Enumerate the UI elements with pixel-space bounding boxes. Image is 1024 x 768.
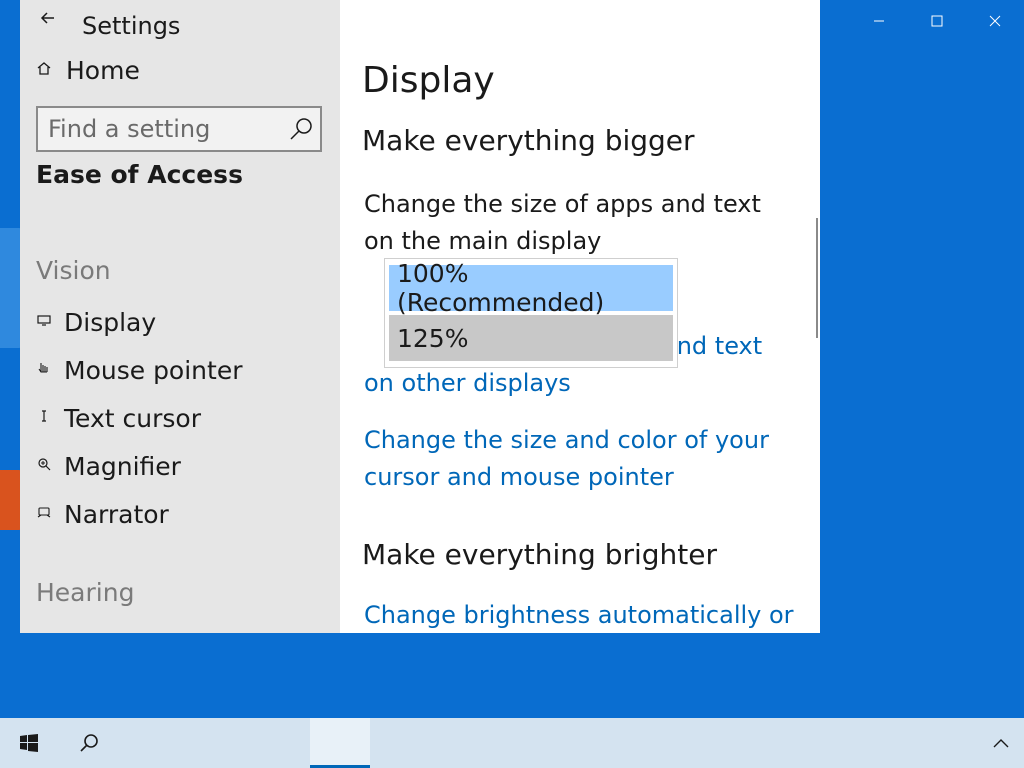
link-brightness[interactable]: Change brightness automatically or <box>364 597 794 633</box>
window-caption-buttons <box>850 0 1024 42</box>
nav-section-title: Ease of Access <box>36 160 243 189</box>
nav-item-label: Narrator <box>64 499 169 529</box>
magnifier-icon <box>34 456 54 476</box>
scrollbar[interactable] <box>816 218 818 338</box>
text-cursor-icon <box>34 408 54 428</box>
mouse-pointer-icon <box>34 360 54 380</box>
start-button[interactable] <box>0 718 58 768</box>
nav-item-label: Text cursor <box>64 403 201 433</box>
nav-item-narrator[interactable]: Narrator <box>34 494 334 534</box>
back-arrow-icon[interactable] <box>38 8 62 32</box>
nav-item-text-cursor[interactable]: Text cursor <box>34 398 334 438</box>
scale-description: Change the size of apps and text on the … <box>364 190 761 255</box>
scale-option-100[interactable]: 100% (Recommended) <box>389 259 673 317</box>
nav-home[interactable]: Home <box>36 52 140 88</box>
desktop-icon-edge[interactable] <box>0 470 22 530</box>
scale-option-125[interactable]: 125% <box>389 315 673 361</box>
search-icon[interactable] <box>288 116 314 142</box>
nav-home-label: Home <box>66 55 140 85</box>
link-other-displays-line2: on other displays <box>364 369 571 397</box>
app-title: Settings <box>82 12 181 40</box>
page-title: Display <box>362 60 495 101</box>
desktop-icon-edge[interactable] <box>0 228 22 348</box>
section-heading-brighter: Make everything brighter <box>362 538 717 571</box>
minimize-button[interactable] <box>850 0 908 42</box>
home-icon <box>36 60 58 80</box>
close-button[interactable] <box>966 0 1024 42</box>
maximize-button[interactable] <box>908 0 966 42</box>
scale-dropdown-list[interactable]: 100% (Recommended) 125% <box>384 258 678 368</box>
nav-item-mouse-pointer[interactable]: Mouse pointer <box>34 350 334 390</box>
taskbar <box>0 718 1024 768</box>
windows-logo-icon <box>20 734 38 752</box>
narrator-icon <box>34 504 54 524</box>
minimize-icon <box>874 20 884 22</box>
nav-group-vision: Vision <box>36 256 111 285</box>
nav-group-hearing: Hearing <box>36 578 135 607</box>
taskbar-search-button[interactable] <box>60 718 118 768</box>
search-input[interactable] <box>38 114 290 144</box>
content-pane: Display Make everything bigger Change th… <box>340 0 820 633</box>
nav-item-label: Display <box>64 307 157 337</box>
tray-overflow-button[interactable] <box>986 730 1016 756</box>
close-icon <box>989 15 1001 27</box>
search-icon <box>80 734 98 752</box>
monitor-icon <box>34 313 54 331</box>
title-bar: Settings <box>20 0 340 54</box>
nav-pane: Settings Home Ease of Access Vision Disp… <box>20 0 340 633</box>
section-heading-bigger: Make everything bigger <box>362 124 695 157</box>
link-cursor-pointer[interactable]: Change the size and color of your cursor… <box>364 422 794 496</box>
taskbar-app-settings[interactable] <box>310 718 370 768</box>
settings-window: Settings Home Ease of Access Vision Disp… <box>20 0 820 633</box>
nav-item-label: Mouse pointer <box>64 355 243 385</box>
settings-search[interactable] <box>36 106 322 152</box>
maximize-icon <box>931 15 943 27</box>
nav-item-display[interactable]: Display <box>34 302 334 342</box>
chevron-up-icon <box>993 739 1009 748</box>
nav-item-magnifier[interactable]: Magnifier <box>34 446 334 486</box>
nav-item-label: Magnifier <box>64 451 181 481</box>
